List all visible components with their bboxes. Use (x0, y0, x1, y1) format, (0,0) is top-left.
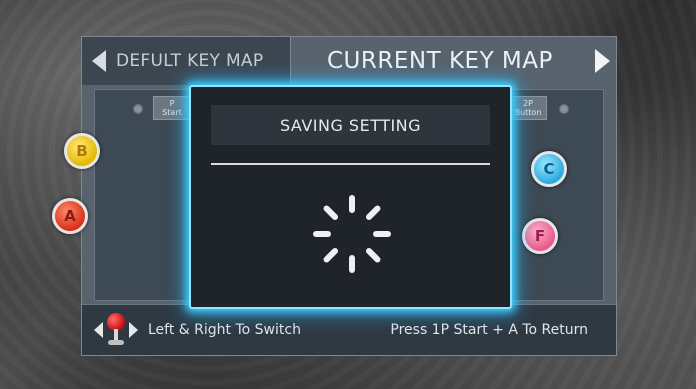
switch-left-icon (94, 322, 103, 338)
button-f[interactable]: F (522, 218, 558, 254)
arrow-right-icon[interactable] (595, 49, 610, 73)
joystick-icon (105, 313, 127, 347)
saving-dialog: SAVING SETTING (189, 85, 512, 309)
button-b-letter: B (76, 142, 88, 160)
switch-right-icon (129, 322, 138, 338)
arrow-left-icon[interactable] (92, 50, 106, 72)
tab-default-key-map[interactable]: DEFULT KEY MAP (82, 37, 291, 85)
button-c[interactable]: C (531, 151, 567, 187)
spinner-spoke (313, 231, 331, 237)
spinner-spoke (349, 255, 355, 273)
button-a[interactable]: A (52, 198, 88, 234)
spinner-spoke (373, 231, 391, 237)
right-indicator-led (559, 104, 569, 114)
button-b[interactable]: B (64, 133, 100, 169)
button-c-letter: C (543, 160, 555, 178)
tab-current-key-map[interactable]: CURRENT KEY MAP (291, 37, 616, 85)
spinner-spoke (322, 204, 340, 222)
footer-bar: Left & Right To Switch Press 1P Start + … (82, 304, 616, 355)
right-button-label: 2P Button (509, 96, 547, 120)
spinner-spoke (364, 204, 382, 222)
dialog-divider (211, 163, 490, 165)
tab-default-label: DEFULT KEY MAP (116, 51, 264, 71)
spinner-spoke (364, 246, 382, 264)
button-f-letter: F (534, 227, 546, 245)
left-indicator-led (133, 104, 143, 114)
dialog-title: SAVING SETTING (211, 105, 490, 145)
spinner-spoke (322, 246, 340, 264)
tab-current-label: CURRENT KEY MAP (327, 48, 553, 74)
footer-switch-hint: Left & Right To Switch (148, 322, 301, 338)
spinner-spoke (349, 195, 355, 213)
button-a-letter: A (64, 207, 76, 225)
left-start-label: P Start (153, 96, 191, 120)
footer-return-hint: Press 1P Start + A To Return (390, 322, 588, 338)
